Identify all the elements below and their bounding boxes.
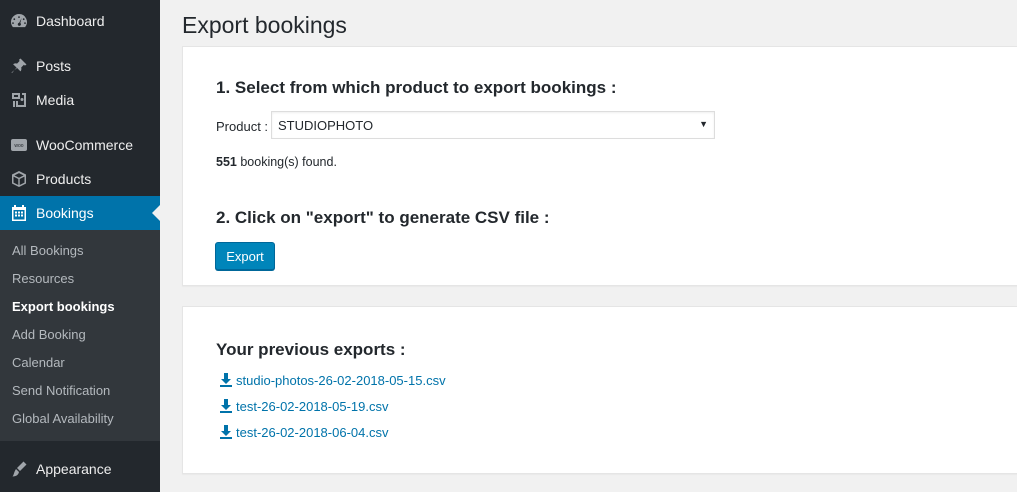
calendar-icon: [0, 196, 36, 230]
menu-item-appearance[interactable]: Appearance: [0, 452, 160, 486]
previous-exports-heading: Your previous exports :: [216, 340, 406, 359]
export-card: 1. Select from which product to export b…: [182, 46, 1017, 286]
submenu-export-bookings[interactable]: Export bookings: [12, 297, 115, 317]
download-icon: [220, 373, 232, 387]
menu-item-posts[interactable]: Posts: [0, 49, 160, 83]
menu-item-label: Appearance: [36, 461, 112, 477]
submenu-resources[interactable]: Resources: [12, 269, 74, 289]
menu-item-products[interactable]: Products: [0, 162, 160, 196]
menu-item-label: Dashboard: [36, 13, 105, 29]
dropdown-arrow-icon: ▼: [699, 119, 708, 129]
export-file-name: studio-photos-26-02-2018-05-15.csv: [236, 372, 446, 388]
submenu-all-bookings[interactable]: All Bookings: [12, 241, 84, 261]
export-button[interactable]: Export: [215, 242, 275, 270]
menu-item-label: Media: [36, 92, 75, 108]
box-icon: [0, 162, 36, 196]
brush-icon: [0, 452, 36, 486]
export-file-name: test-26-02-2018-06-04.csv: [236, 424, 389, 440]
menu-item-dashboard[interactable]: Dashboard: [0, 4, 160, 38]
export-file-link[interactable]: test-26-02-2018-06-04.csv: [219, 423, 388, 441]
menu-item-bookings[interactable]: Bookings: [0, 196, 160, 230]
dashboard-icon: [0, 4, 36, 38]
menu-item-label: Bookings: [36, 205, 94, 221]
submenu-send-notification[interactable]: Send Notification: [12, 381, 110, 401]
page-title: Export bookings: [182, 12, 347, 38]
submenu-global-availability[interactable]: Global Availability: [12, 409, 114, 429]
menu-item-label: Products: [36, 171, 92, 187]
svg-text:woo: woo: [14, 143, 23, 149]
menu-item-woocommerce[interactable]: woo WooCommerce: [0, 128, 160, 162]
media-icon: [0, 83, 36, 117]
submenu-calendar[interactable]: Calendar: [12, 353, 65, 373]
export-file-name: test-26-02-2018-05-19.csv: [236, 398, 389, 414]
export-file-link[interactable]: test-26-02-2018-05-19.csv: [219, 397, 388, 415]
bookings-found-text: 551 booking(s) found.: [216, 155, 337, 169]
product-select[interactable]: STUDIOPHOTO ▼: [271, 111, 715, 139]
previous-exports-card: Your previous exports : studio-photos-26…: [182, 306, 1017, 474]
download-icon: [220, 425, 232, 439]
bookings-submenu: All Bookings Resources Export bookings A…: [0, 230, 160, 441]
bookings-found-suffix: booking(s) found.: [236, 155, 337, 169]
download-icon: [220, 399, 232, 413]
menu-item-label: WooCommerce: [36, 137, 133, 153]
menu-item-label: Posts: [36, 58, 72, 74]
submenu-add-booking[interactable]: Add Booking: [12, 325, 86, 345]
bookings-found-count: 551: [216, 155, 237, 169]
export-file-link[interactable]: studio-photos-26-02-2018-05-15.csv: [219, 371, 446, 389]
admin-sidebar: Dashboard Posts Media woo WooCommerce Pr…: [0, 0, 160, 492]
product-label: Product :: [216, 119, 269, 134]
menu-item-media[interactable]: Media: [0, 83, 160, 117]
step2-heading: 2. Click on "export" to generate CSV fil…: [216, 208, 550, 227]
step1-heading: 1. Select from which product to export b…: [216, 78, 617, 97]
pin-icon: [0, 49, 36, 83]
menu-separator: [0, 44, 160, 45]
product-select-value: STUDIOPHOTO: [278, 117, 374, 133]
woo-icon: woo: [0, 128, 36, 162]
